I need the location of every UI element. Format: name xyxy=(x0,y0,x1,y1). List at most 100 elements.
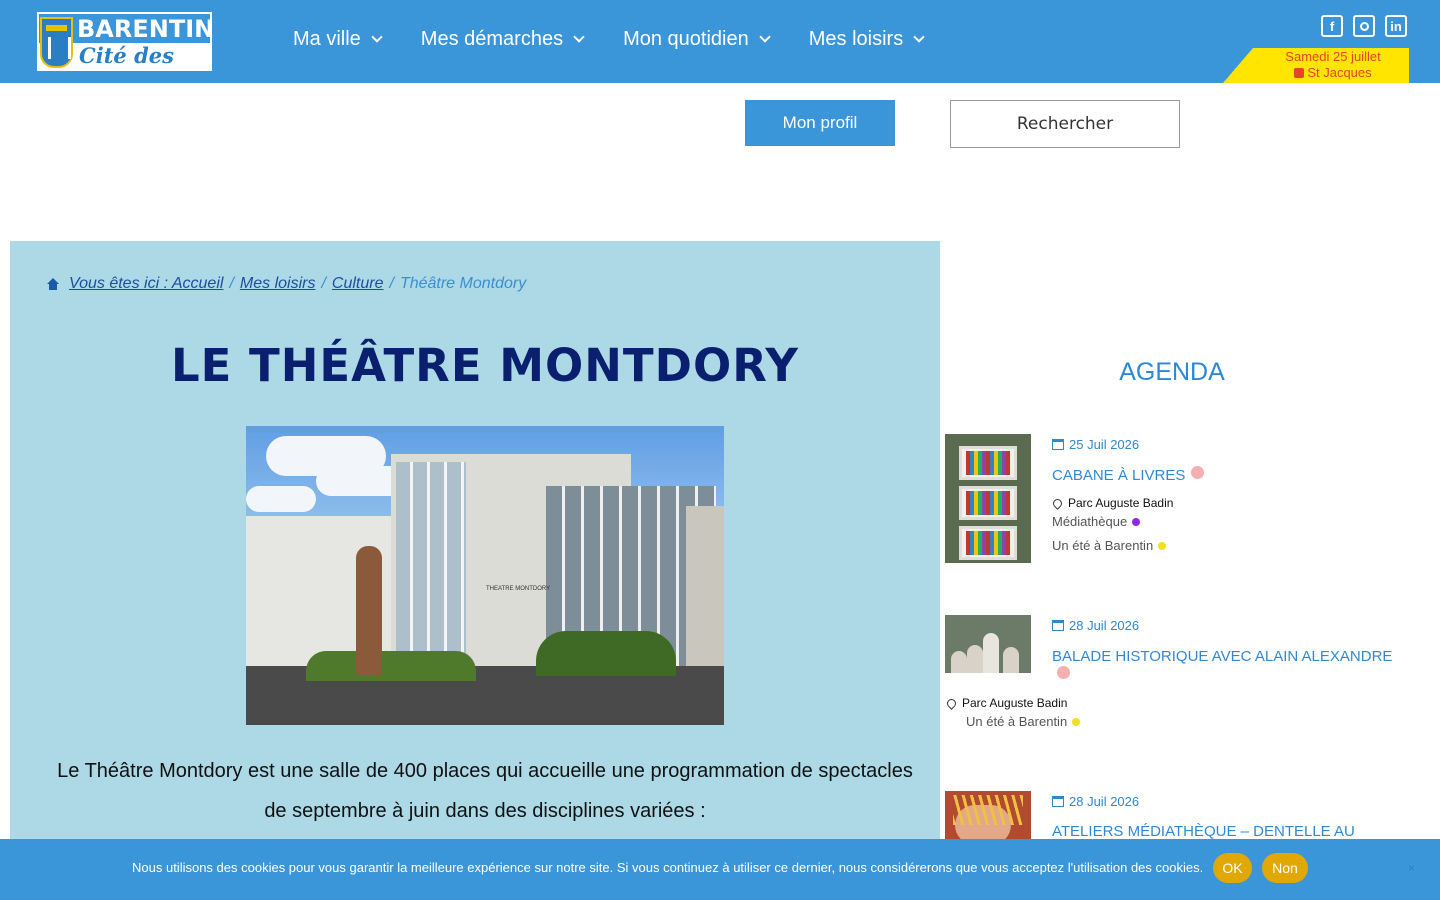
cookie-banner: Nous utilisons des cookies pour vous gar… xyxy=(0,839,1440,900)
event-tag: Médiathèque xyxy=(1052,514,1141,529)
event-tag: Un été à Barentin xyxy=(1052,538,1167,553)
nav-mon-quotidien[interactable]: Mon quotidien xyxy=(623,28,771,51)
event-title[interactable]: BALADE HISTORIQUE AVEC ALAIN ALEXANDRE xyxy=(1052,648,1412,685)
category-dot xyxy=(1072,717,1081,726)
category-dot xyxy=(1057,666,1070,679)
site-header: BARENTIN Cité des Arts Ma ville Mes déma… xyxy=(0,0,1440,83)
location-pin-icon xyxy=(1051,496,1064,510)
chevron-down-icon xyxy=(371,31,383,43)
current-date: Samedi 25 juillet xyxy=(1285,49,1381,64)
cookie-message: Nous utilisons des cookies pour vous gar… xyxy=(132,860,1204,875)
location-pin-icon xyxy=(945,696,958,710)
event-title[interactable]: CABANE À LIVRES xyxy=(1052,466,1205,484)
linkedin-icon[interactable]: in xyxy=(1385,15,1407,37)
cookie-accept-button[interactable]: OK xyxy=(1213,853,1252,883)
nav-mes-demarches[interactable]: Mes démarches xyxy=(420,28,585,51)
photo-person xyxy=(967,645,983,673)
nav-label: Mes démarches xyxy=(420,28,564,50)
event-location-text: Parc Auguste Badin xyxy=(1068,496,1174,510)
event-title[interactable]: ATELIERS MÉDIATHÈQUE – DENTELLE AU xyxy=(1052,823,1355,840)
photo-cloud xyxy=(246,486,316,512)
event-date-text: 28 Juil 2026 xyxy=(1069,618,1140,633)
logo-tagline: Cité des Arts xyxy=(79,43,174,69)
facebook-icon[interactable]: f xyxy=(1321,15,1343,37)
theatre-photo: THEATRE MONTDORY xyxy=(246,426,724,725)
breadcrumb-home-link[interactable]: Vous êtes ici : Accueil xyxy=(69,275,223,293)
event-image[interactable] xyxy=(945,434,1031,563)
home-icon xyxy=(46,278,60,290)
photo-person xyxy=(951,651,967,673)
photo-sign: THEATRE MONTDORY xyxy=(486,586,551,592)
event-tag-text: Médiathèque xyxy=(1052,514,1128,529)
event-title-text: CABANE À LIVRES xyxy=(1052,467,1186,484)
event-tag-text: Un été à Barentin xyxy=(1052,538,1154,553)
photo-person xyxy=(983,633,999,673)
books xyxy=(966,491,1010,515)
breadcrumb-culture-link[interactable]: Culture xyxy=(332,275,384,293)
shelf xyxy=(959,526,1017,560)
chevron-down-icon xyxy=(573,31,585,43)
instagram-lens xyxy=(1359,21,1369,31)
logo-name: BARENTIN xyxy=(77,15,212,43)
event-date: 28 Juil 2026 xyxy=(1052,618,1139,633)
category-dot xyxy=(1158,541,1167,550)
shelf xyxy=(959,486,1017,520)
calendar-icon xyxy=(1052,439,1064,450)
photo-building xyxy=(686,506,724,666)
event-date: 25 Juil 2026 xyxy=(1052,437,1139,452)
event-location: Parc Auguste Badin xyxy=(1051,496,1174,510)
saint-of-day: St Jacques xyxy=(1257,65,1409,81)
page-title: LE THÉÂTRE MONTDORY xyxy=(170,339,800,392)
category-dot xyxy=(1132,517,1141,526)
shelf xyxy=(959,446,1017,480)
nav-label: Ma ville xyxy=(293,28,361,50)
category-dot xyxy=(1191,466,1205,479)
event-tag: Un été à Barentin xyxy=(966,714,1081,729)
event-title-text: BALADE HISTORIQUE AVEC ALAIN ALEXANDRE xyxy=(1052,648,1393,665)
books xyxy=(966,531,1010,555)
photo-bobbins xyxy=(953,795,1023,825)
nav-label: Mon quotidien xyxy=(623,28,749,50)
breadcrumb-separator: / xyxy=(321,275,326,292)
breadcrumb-separator: / xyxy=(229,275,234,292)
event-location: Parc Auguste Badin xyxy=(945,696,1068,710)
nav-ma-ville[interactable]: Ma ville xyxy=(293,28,383,51)
saint-name: St Jacques xyxy=(1307,65,1372,80)
photo-plants xyxy=(306,651,476,681)
breadcrumb: Vous êtes ici : Accueil / Mes loisirs / … xyxy=(46,275,526,293)
calendar-icon xyxy=(1052,620,1064,631)
main-nav: Ma ville Mes démarches Mon quotidien Mes… xyxy=(293,28,963,51)
nav-mes-loisirs[interactable]: Mes loisirs xyxy=(808,28,925,51)
profile-button[interactable]: Mon profil xyxy=(745,100,895,146)
event-date-text: 25 Juil 2026 xyxy=(1069,437,1140,452)
event-date: 28 Juil 2026 xyxy=(1052,794,1139,809)
date-badge: Samedi 25 juillet St Jacques xyxy=(1223,48,1409,83)
close-icon[interactable]: × xyxy=(1408,861,1415,875)
calendar-icon xyxy=(1052,796,1064,807)
gift-icon xyxy=(1294,68,1305,78)
main-content: Vous êtes ici : Accueil / Mes loisirs / … xyxy=(10,241,940,900)
event-title-text: ATELIERS MÉDIATHÈQUE – DENTELLE AU xyxy=(1052,823,1355,840)
photo-statue xyxy=(356,546,382,676)
search-button[interactable]: Rechercher xyxy=(950,100,1180,148)
event-image[interactable] xyxy=(945,615,1031,673)
chevron-down-icon xyxy=(913,31,925,43)
site-logo[interactable]: BARENTIN Cité des Arts xyxy=(37,12,212,71)
nav-label: Mes loisirs xyxy=(808,28,904,50)
agenda-title: AGENDA xyxy=(1119,358,1225,386)
photo-plants xyxy=(536,631,676,676)
photo-glass-facade xyxy=(396,462,466,662)
event-tag-text: Un été à Barentin xyxy=(966,714,1068,729)
event-location-text: Parc Auguste Badin xyxy=(962,696,1068,710)
instagram-icon[interactable] xyxy=(1353,15,1375,37)
breadcrumb-mes-loisirs-link[interactable]: Mes loisirs xyxy=(240,275,316,293)
intro-text: Le Théâtre Montdory est une salle de 400… xyxy=(57,760,913,822)
breadcrumb-current: Théâtre Montdory xyxy=(399,275,527,292)
coat-of-arms-icon xyxy=(40,17,73,68)
cookie-decline-button[interactable]: Non xyxy=(1262,853,1308,883)
photo-person xyxy=(1003,647,1019,673)
chevron-down-icon xyxy=(759,31,771,43)
books xyxy=(966,451,1010,475)
breadcrumb-separator: / xyxy=(389,275,394,292)
event-date-text: 28 Juil 2026 xyxy=(1069,794,1140,809)
